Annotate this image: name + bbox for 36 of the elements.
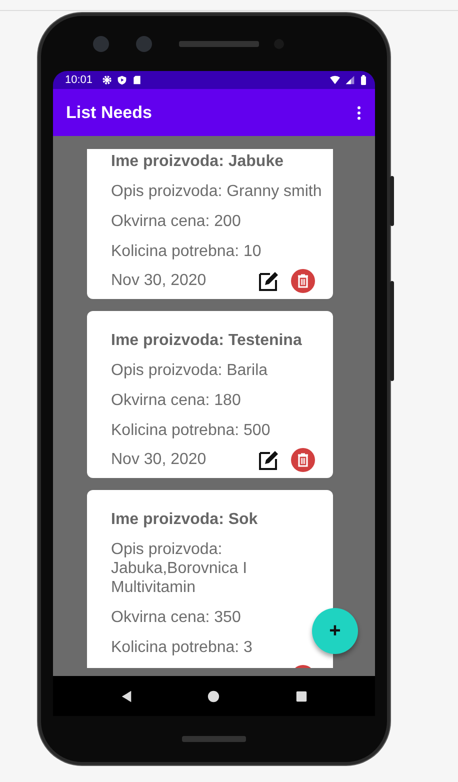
wifi-icon xyxy=(330,75,340,85)
add-button[interactable]: + xyxy=(312,608,358,654)
speaker-grille xyxy=(182,736,246,742)
battery-icon xyxy=(360,75,367,85)
product-description: Opis proizvoda: Jabuka,Borovnica I Multivitamin xyxy=(111,540,248,598)
product-description: Opis proizvoda: Granny smith xyxy=(111,182,323,202)
home-icon[interactable] xyxy=(207,690,220,702)
product-date: Nov 30, 2020 xyxy=(111,271,206,291)
camera-icon xyxy=(93,36,109,52)
product-price: Okvirna cena: 350 xyxy=(111,608,242,628)
product-quantity: Kolicina potrebna: 3 xyxy=(111,638,254,658)
delete-icon[interactable] xyxy=(291,448,315,472)
product-date: Nov 30, 2020 xyxy=(111,450,206,470)
app-title: List Needs xyxy=(66,102,152,122)
product-name: Ime proizvoda: Sok xyxy=(111,510,259,530)
product-price: Okvirna cena: 200 xyxy=(111,212,242,232)
edit-icon[interactable] xyxy=(257,448,281,472)
gear-icon xyxy=(102,75,112,85)
shield-icon xyxy=(116,75,127,85)
status-time: 10:01 xyxy=(65,74,93,86)
need-card[interactable]: Ime proizvoda: Jabuke Opis proizvoda: Granny smith Okvirna cena: 200 Kolicina potrebna: 10 Nov 30, 2020 xyxy=(87,149,333,299)
delete-icon[interactable] xyxy=(291,269,315,293)
sd-card-icon xyxy=(132,75,142,85)
product-name: Ime proizvoda: Testenina xyxy=(111,331,303,351)
need-card[interactable]: Ime proizvoda: Testenina Opis proizvoda: Barila Okvirna cena: 180 Kolicina potrebna: 500 Nov 30, 2020 xyxy=(87,311,333,478)
overflow-menu-icon[interactable] xyxy=(357,106,361,120)
product-quantity: Kolicina potrebna: 500 xyxy=(111,421,272,441)
edit-icon[interactable] xyxy=(257,269,281,293)
camera-icon xyxy=(136,36,152,52)
signal-icon xyxy=(345,75,355,85)
product-name: Ime proizvoda: Jabuke xyxy=(111,152,284,172)
product-description: Opis proizvoda: Barila xyxy=(111,361,269,381)
recents-icon[interactable] xyxy=(294,690,308,702)
product-price: Okvirna cena: 180 xyxy=(111,391,242,411)
product-quantity: Kolicina potrebna: 10 xyxy=(111,242,262,262)
back-icon[interactable] xyxy=(120,690,134,702)
